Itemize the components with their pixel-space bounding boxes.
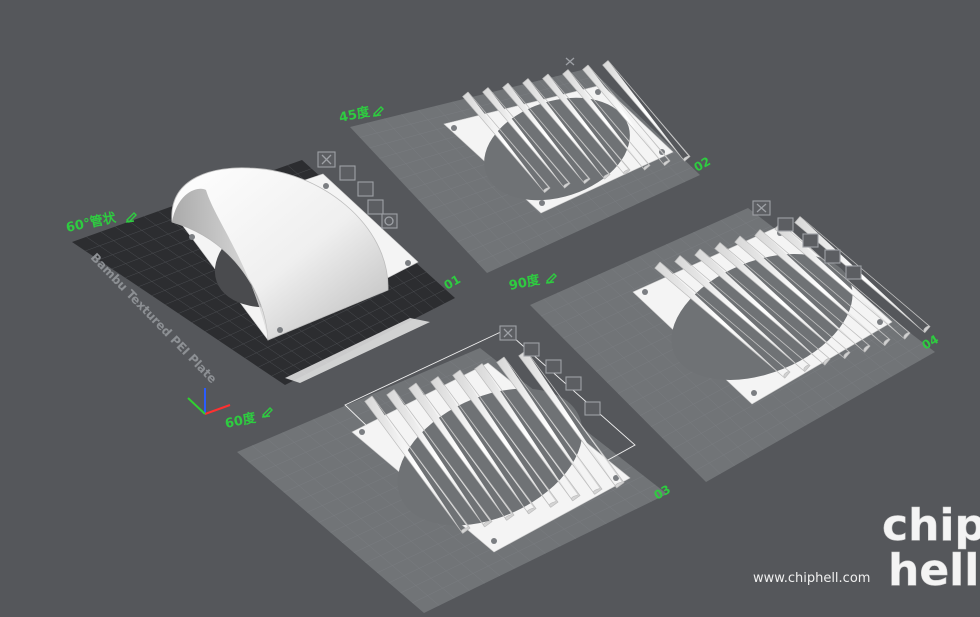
plate-04-label[interactable]: 90度 xyxy=(508,272,543,294)
chiphell-watermark: www.chiphell.com chip hell xyxy=(753,500,980,597)
axis-gizmo xyxy=(187,388,231,415)
logo-line1: chip xyxy=(882,500,980,551)
plate-02-toolbar xyxy=(565,57,575,66)
arrange-icon xyxy=(357,181,374,197)
edit-icon[interactable] xyxy=(372,106,384,117)
watermark-url: www.chiphell.com xyxy=(753,571,870,586)
orient-icon xyxy=(339,165,356,181)
lock-icon xyxy=(367,199,384,215)
edit-icon[interactable] xyxy=(261,407,273,418)
plate-03-label[interactable]: 60度 xyxy=(224,410,259,432)
3d-viewport[interactable]: 45度 02 90度 04 Bambu Textured PEI Plate 6… xyxy=(0,0,980,613)
logo-line2: hell xyxy=(888,545,979,596)
build-plate-01[interactable]: Bambu Textured PEI Plate 60°管状 01 xyxy=(65,151,463,415)
edit-icon[interactable] xyxy=(545,273,557,284)
settings-icon xyxy=(381,213,398,229)
plate-02-label[interactable]: 45度 xyxy=(338,104,373,126)
build-plate-02[interactable]: 45度 02 xyxy=(338,0,713,273)
